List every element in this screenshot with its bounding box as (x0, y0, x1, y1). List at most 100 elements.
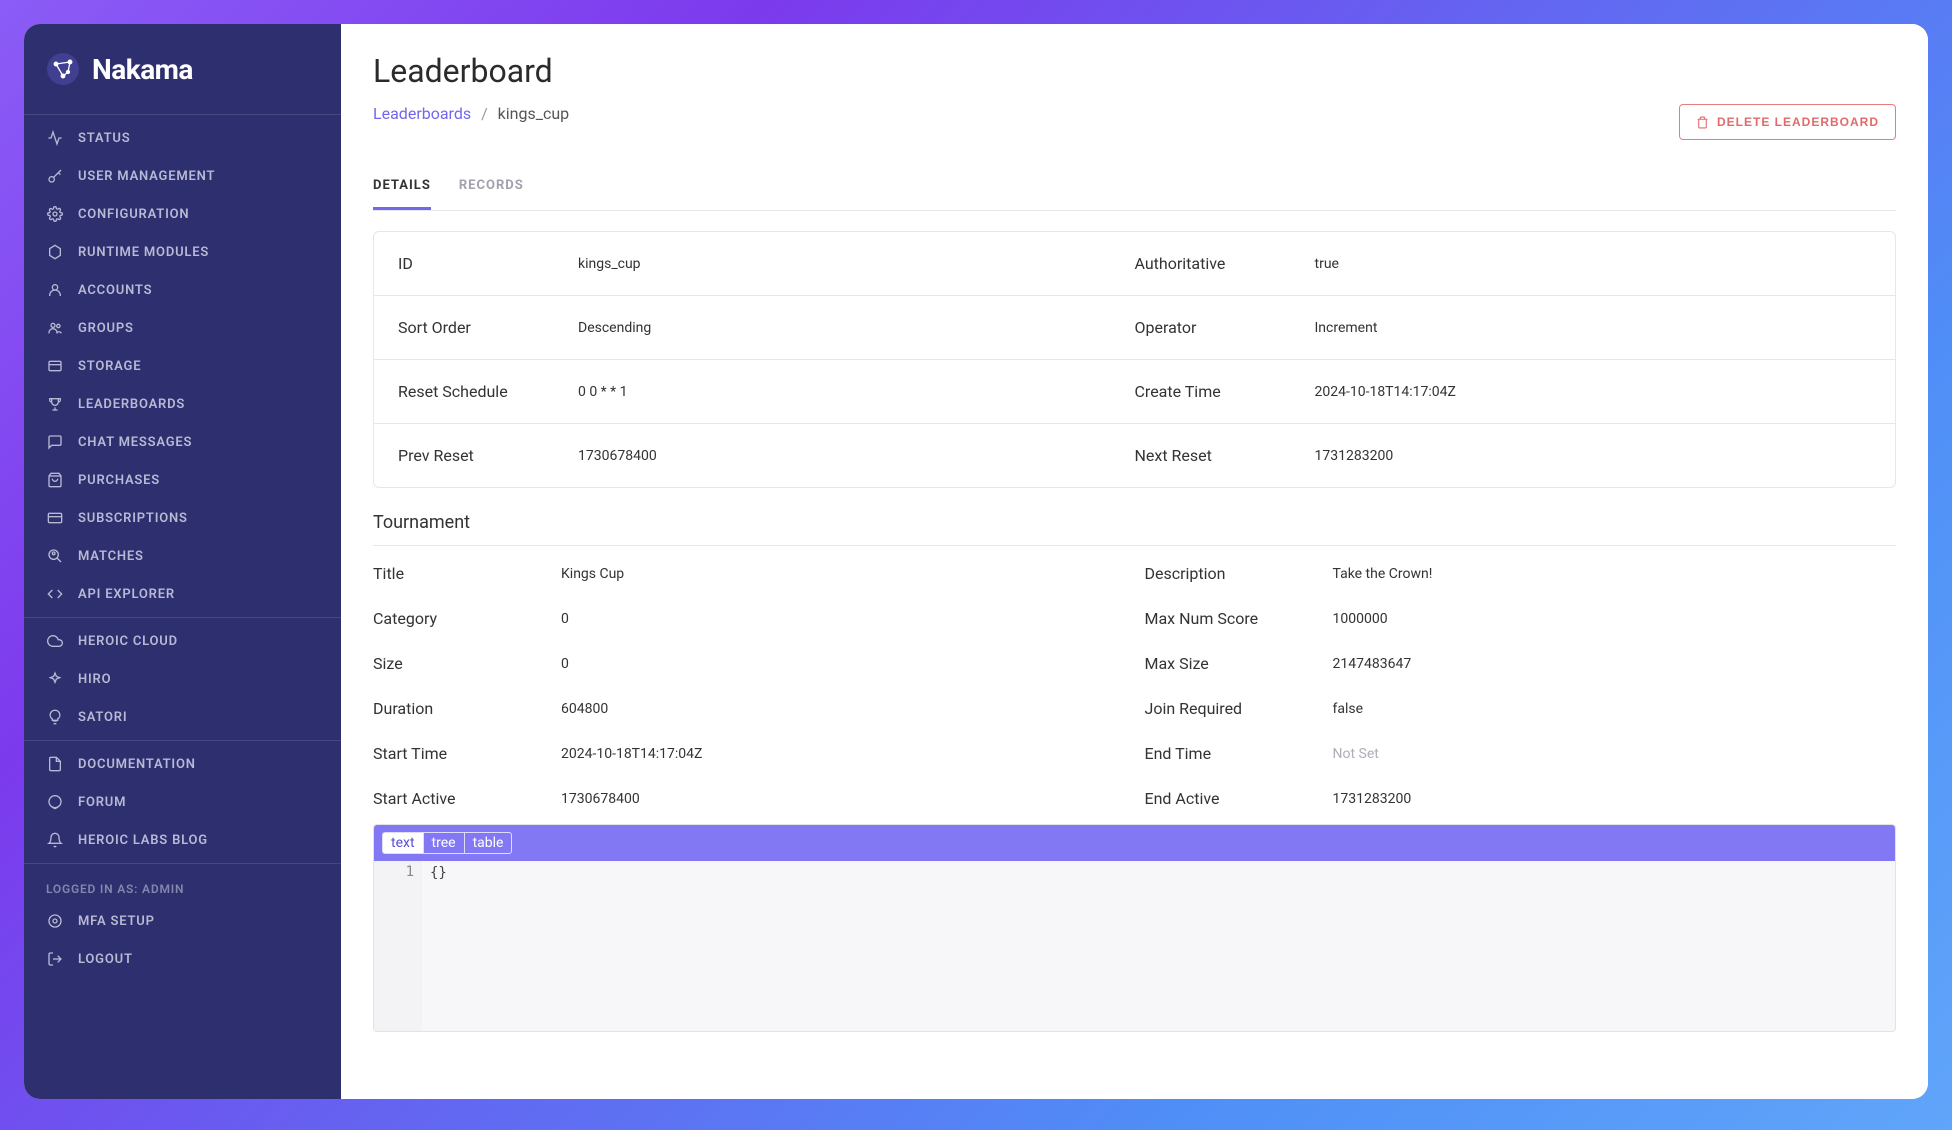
comment-icon (46, 793, 64, 811)
prop-value: 1731283200 (1333, 791, 1412, 807)
sidebar-item-label: DOCUMENTATION (78, 757, 196, 772)
sidebar-item-label: HEROIC CLOUD (78, 634, 178, 649)
card-icon (46, 509, 64, 527)
json-tab-tree[interactable]: tree (424, 833, 465, 853)
trash-icon (1696, 116, 1709, 129)
sidebar-item-matches[interactable]: MATCHES (24, 537, 341, 575)
sidebar-item-label: LEADERBOARDS (78, 397, 185, 412)
brand-icon (46, 52, 80, 86)
prop-value: 2024-10-18T14:17:04Z (561, 746, 702, 762)
tabs: DETAILS RECORDS (373, 164, 1896, 211)
sidebar-item-label: CHAT MESSAGES (78, 435, 192, 450)
sidebar-item-subscriptions[interactable]: SUBSCRIPTIONS (24, 499, 341, 537)
sidebar-item-documentation[interactable]: DOCUMENTATION (24, 745, 341, 783)
detail-label: Sort Order (398, 318, 578, 337)
sparkle-icon (46, 670, 64, 688)
detail-row: IDkings_cup Authoritativetrue (374, 232, 1895, 296)
brand-name: Nakama (92, 53, 193, 86)
sidebar-item-accounts[interactable]: ACCOUNTS (24, 271, 341, 309)
sidebar-item-storage[interactable]: STORAGE (24, 347, 341, 385)
detail-row: Sort OrderDescending OperatorIncrement (374, 296, 1895, 360)
json-tab-text[interactable]: text (383, 833, 424, 853)
cloud-icon (46, 632, 64, 650)
divider (24, 114, 341, 115)
sidebar-item-satori[interactable]: SATORI (24, 698, 341, 736)
sidebar-item-configuration[interactable]: CONFIGURATION (24, 195, 341, 233)
logout-icon (46, 950, 64, 968)
detail-value: Descending (578, 320, 651, 336)
file-icon (46, 755, 64, 773)
delete-leaderboard-button[interactable]: DELETE LEADERBOARD (1679, 104, 1896, 140)
sidebar-item-label: PURCHASES (78, 473, 160, 488)
tab-records[interactable]: RECORDS (459, 164, 524, 210)
sidebar-item-label: API EXPLORER (78, 587, 175, 602)
sidebar-item-label: RUNTIME MODULES (78, 245, 209, 260)
sidebar-item-heroic-cloud[interactable]: HEROIC CLOUD (24, 622, 341, 660)
sidebar-item-hiro[interactable]: HIRO (24, 660, 341, 698)
json-textarea[interactable]: {} (422, 861, 1895, 1031)
delete-button-label: DELETE LEADERBOARD (1717, 115, 1879, 129)
prop-value: false (1333, 701, 1364, 717)
prop-value: 604800 (561, 701, 608, 717)
detail-label: Reset Schedule (398, 382, 578, 401)
page-title: Leaderboard (373, 52, 1896, 90)
sidebar-item-api-explorer[interactable]: API EXPLORER (24, 575, 341, 613)
sidebar-item-label: LOGOUT (78, 952, 133, 967)
breadcrumb-sep: / (481, 104, 488, 123)
detail-value: Increment (1315, 320, 1378, 336)
divider (24, 740, 341, 741)
tournament-properties: TitleKings Cup DescriptionTake the Crown… (373, 564, 1896, 808)
sidebar-item-logout[interactable]: LOGOUT (24, 940, 341, 978)
prop-label: End Active (1145, 789, 1333, 808)
detail-label: Next Reset (1135, 446, 1315, 465)
sidebar-item-label: USER MANAGEMENT (78, 169, 215, 184)
detail-value: 1730678400 (578, 448, 657, 464)
sidebar-item-leaderboards[interactable]: LEADERBOARDS (24, 385, 341, 423)
sidebar-item-label: STATUS (78, 131, 130, 146)
bell-icon (46, 831, 64, 849)
prop-label: End Time (1145, 744, 1333, 763)
tournament-section-title: Tournament (373, 512, 1896, 533)
json-toolbar: text tree table (374, 825, 1895, 861)
app-shell: Nakama STATUS USER MANAGEMENT CONFIGURAT… (24, 24, 1928, 1099)
prop-label: Max Num Score (1145, 609, 1333, 628)
main-content: Leaderboard Leaderboards / kings_cup DEL… (341, 24, 1928, 1099)
sidebar-item-user-management[interactable]: USER MANAGEMENT (24, 157, 341, 195)
sidebar-item-label: MATCHES (78, 549, 144, 564)
brand: Nakama (24, 32, 341, 110)
header-row: Leaderboards / kings_cup DELETE LEADERBO… (373, 104, 1896, 140)
trophy-icon (46, 395, 64, 413)
json-editor: text tree table 1 {} (373, 824, 1896, 1032)
user-icon (46, 281, 64, 299)
sidebar-item-label: MFA SETUP (78, 914, 155, 929)
activity-icon (46, 129, 64, 147)
prop-label: Description (1145, 564, 1333, 583)
message-icon (46, 433, 64, 451)
sidebar-item-mfa-setup[interactable]: MFA SETUP (24, 902, 341, 940)
details-card: IDkings_cup Authoritativetrue Sort Order… (373, 231, 1896, 488)
prop-label: Duration (373, 699, 561, 718)
detail-row: Prev Reset1730678400 Next Reset173128320… (374, 424, 1895, 487)
sidebar-item-runtime-modules[interactable]: RUNTIME MODULES (24, 233, 341, 271)
sidebar-item-blog[interactable]: HEROIC LABS BLOG (24, 821, 341, 859)
sidebar-item-status[interactable]: STATUS (24, 119, 341, 157)
json-tab-table[interactable]: table (465, 833, 512, 853)
sidebar-item-chat-messages[interactable]: CHAT MESSAGES (24, 423, 341, 461)
breadcrumb-parent[interactable]: Leaderboards (373, 104, 471, 123)
detail-value: true (1315, 256, 1339, 272)
sidebar-item-forum[interactable]: FORUM (24, 783, 341, 821)
cart-icon (46, 471, 64, 489)
prop-value: 2147483647 (1333, 656, 1412, 672)
detail-value: 0 0 * * 1 (578, 384, 628, 400)
key-icon (46, 167, 64, 185)
divider (24, 863, 341, 864)
sidebar-item-purchases[interactable]: PURCHASES (24, 461, 341, 499)
prop-value: Not Set (1333, 746, 1379, 762)
divider (24, 617, 341, 618)
sidebar-item-groups[interactable]: GROUPS (24, 309, 341, 347)
logged-in-label: LOGGED IN AS: ADMIN (24, 868, 341, 902)
gear-icon (46, 912, 64, 930)
prop-value: 1730678400 (561, 791, 640, 807)
tab-details[interactable]: DETAILS (373, 164, 431, 210)
detail-value: kings_cup (578, 256, 641, 272)
